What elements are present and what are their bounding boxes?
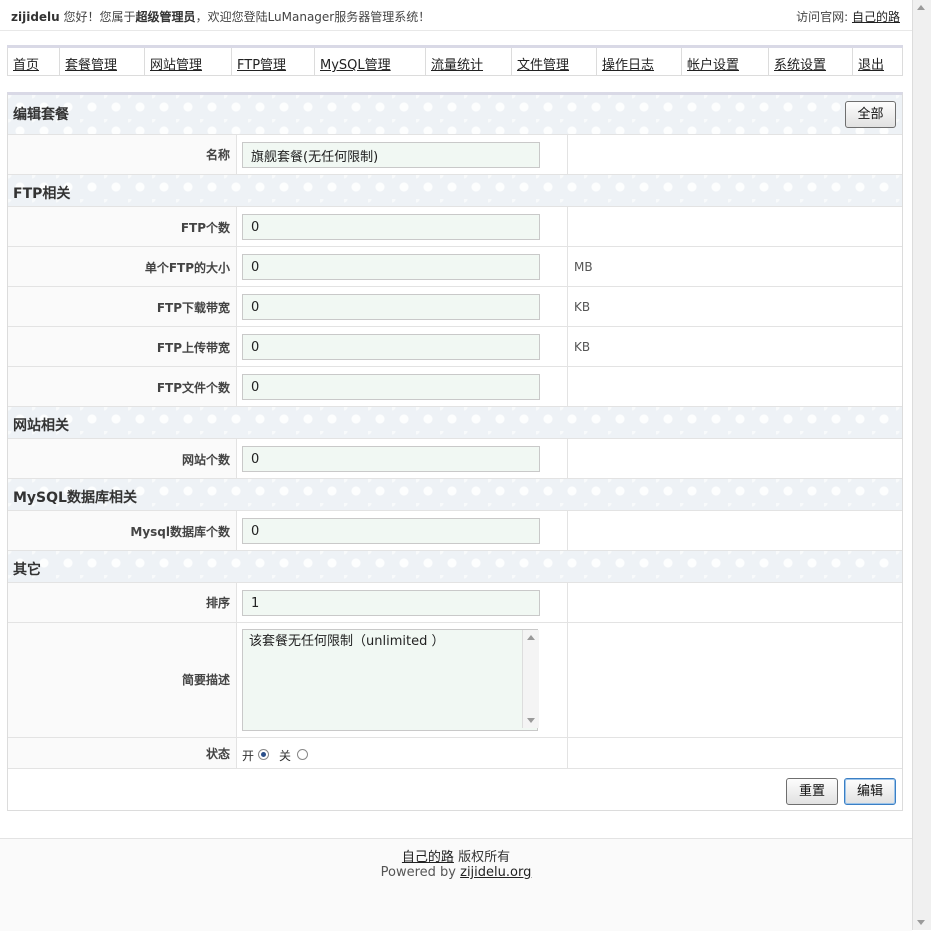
top-bar: zijidelu 您好！您属于超级管理员，欢迎您登陆LuManager服务器管理… <box>0 0 912 31</box>
nav-link[interactable]: 套餐管理 <box>65 58 117 73</box>
mysql-count-label: Mysql数据库个数 <box>130 525 230 539</box>
status-on-label: 开 <box>242 749 255 763</box>
copyright: 自己的路 版权所有 <box>401 850 511 865</box>
status-off-radio[interactable] <box>297 749 308 760</box>
site-section-header: 网站相关 <box>8 407 902 439</box>
nav-item-7[interactable]: 操作日志 <box>596 48 681 75</box>
nav-link[interactable]: 网站管理 <box>150 58 202 73</box>
other-section-header: 其它 <box>8 551 902 583</box>
ftp-section-header: FTP相关 <box>8 175 902 207</box>
ftp-count-input[interactable] <box>242 214 540 240</box>
ftp-files-row: FTP文件个数 <box>8 367 902 407</box>
ftp-size-row: 单个FTP的大小 MB <box>8 247 902 287</box>
powered-by: Powered by zijidelu.org <box>380 865 532 880</box>
user-role: 超级管理员 <box>135 10 196 24</box>
ftp-upload-unit: KB <box>574 340 591 354</box>
sort-label: 排序 <box>205 596 230 610</box>
status-off-label: 关 <box>279 749 292 763</box>
status-on-radio[interactable] <box>258 749 269 760</box>
submit-edit-button[interactable]: 编辑 <box>844 778 896 805</box>
ftp-size-unit: MB <box>574 260 593 274</box>
panel-header: 编辑套餐 全部 <box>8 95 902 135</box>
site-count-label: 网站个数 <box>181 453 230 467</box>
edit-package-panel: 编辑套餐 全部 名称 FTP相关 FTP个数 单个FTP的大小 MB FTP下载… <box>7 92 903 811</box>
page-scrollbar[interactable] <box>912 0 931 930</box>
name-input[interactable] <box>242 142 540 168</box>
textarea-scroll-down-icon[interactable] <box>527 718 535 723</box>
ftp-size-label: 单个FTP的大小 <box>144 261 230 275</box>
site-count-input[interactable] <box>242 446 540 472</box>
nav-link[interactable]: 退出 <box>858 58 884 73</box>
visit-site-link[interactable]: 自己的路 <box>852 10 900 24</box>
nav-link[interactable]: 文件管理 <box>517 58 569 73</box>
footer-site-link[interactable]: 自己的路 <box>402 850 454 865</box>
description-textarea[interactable]: 该套餐无任何限制（unlimited ） <box>242 629 538 731</box>
sort-input[interactable] <box>242 590 540 616</box>
ftp-size-input[interactable] <box>242 254 540 280</box>
ftp-count-row: FTP个数 <box>8 207 902 247</box>
ftp-files-input[interactable] <box>242 374 540 400</box>
username: zijidelu <box>11 10 60 24</box>
site-count-row: 网站个数 <box>8 439 902 479</box>
mysql-count-input[interactable] <box>242 518 540 544</box>
textarea-scroll-up-icon[interactable] <box>527 635 535 640</box>
nav-link[interactable]: 流量统计 <box>431 58 483 73</box>
description-label: 简要描述 <box>181 673 230 687</box>
ftp-upload-input[interactable] <box>242 334 540 360</box>
description-scrollbar[interactable] <box>522 630 539 728</box>
status-label: 状态 <box>205 747 230 761</box>
ftp-files-label: FTP文件个数 <box>156 381 230 395</box>
nav-item-2[interactable]: 网站管理 <box>144 48 231 75</box>
footer: 自己的路 版权所有 Powered by zijidelu.org <box>0 838 912 931</box>
ftp-download-row: FTP下载带宽 KB <box>8 287 902 327</box>
nav-item-8[interactable]: 帐户设置 <box>681 48 768 75</box>
main-nav: 首页 套餐管理 网站管理 FTP管理 MySQL管理 流量统计 文件管理 操作日志 帐户设置 系统… <box>7 45 903 76</box>
powered-by-link[interactable]: zijidelu.org <box>460 865 531 880</box>
nav-item-0[interactable]: 首页 <box>7 48 59 75</box>
ftp-upload-row: FTP上传带宽 KB <box>8 327 902 367</box>
nav-item-3[interactable]: FTP管理 <box>231 48 314 75</box>
ftp-download-unit: KB <box>574 300 591 314</box>
name-label: 名称 <box>205 148 230 162</box>
nav-item-4[interactable]: MySQL管理 <box>314 48 425 75</box>
mysql-section-header: MySQL数据库相关 <box>8 479 902 511</box>
mysql-count-row: Mysql数据库个数 <box>8 511 902 551</box>
nav-item-9[interactable]: 系统设置 <box>768 48 852 75</box>
nav-item-6[interactable]: 文件管理 <box>511 48 596 75</box>
nav-link[interactable]: 帐户设置 <box>687 58 739 73</box>
sort-row: 排序 <box>8 583 902 623</box>
nav-link[interactable]: 系统设置 <box>774 58 826 73</box>
status-row: 状态 开 关 <box>8 738 902 769</box>
reset-button[interactable]: 重置 <box>786 778 838 805</box>
ftp-upload-label: FTP上传带宽 <box>156 341 230 355</box>
nav-item-10[interactable]: 退出 <box>852 48 903 75</box>
nav-link[interactable]: 首页 <box>13 58 39 73</box>
scroll-up-icon[interactable] <box>917 5 925 10</box>
visit-site: 访问官网: 自己的路 <box>796 10 900 24</box>
ftp-download-input[interactable] <box>242 294 540 320</box>
nav-link[interactable]: 操作日志 <box>602 58 654 73</box>
description-row: 简要描述 该套餐无任何限制（unlimited ） <box>8 623 902 738</box>
ftp-download-label: FTP下载带宽 <box>156 301 230 315</box>
nav-link[interactable]: FTP管理 <box>237 58 286 73</box>
scroll-down-icon[interactable] <box>917 920 925 925</box>
welcome-text: zijidelu 您好！您属于超级管理员，欢迎您登陆LuManager服务器管理… <box>11 10 431 24</box>
name-row: 名称 <box>8 135 902 175</box>
all-button[interactable]: 全部 <box>845 101 896 128</box>
nav-item-5[interactable]: 流量统计 <box>425 48 511 75</box>
nav-link[interactable]: MySQL管理 <box>320 58 391 73</box>
nav-item-1[interactable]: 套餐管理 <box>59 48 144 75</box>
ftp-count-label: FTP个数 <box>180 221 230 235</box>
